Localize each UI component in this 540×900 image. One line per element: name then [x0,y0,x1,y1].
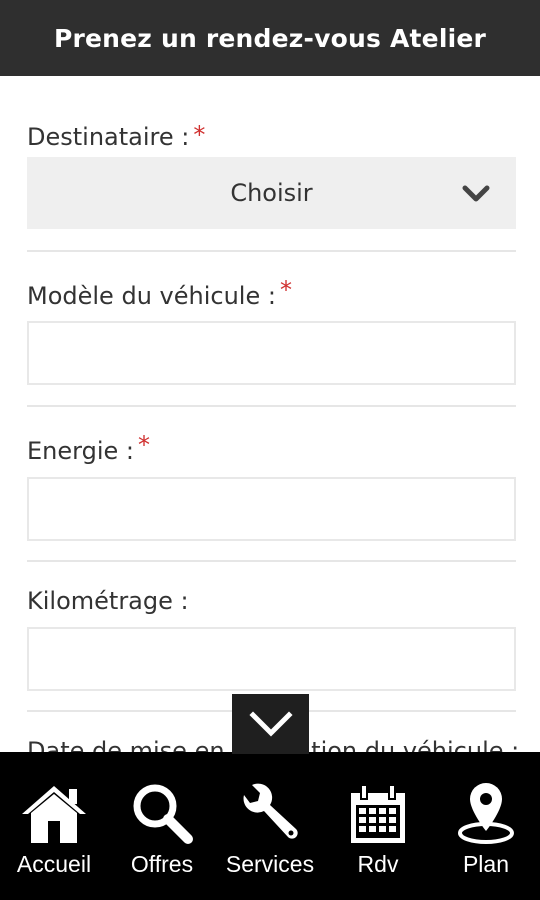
nav-item-offres[interactable]: Offres [108,752,216,900]
nav-label-offres: Offres [130,851,194,877]
required-marker: * [279,276,292,304]
page-title: Prenez un rendez-vous Atelier [53,23,487,53]
divider [27,560,516,562]
wrench-icon [235,779,305,845]
mileage-input[interactable] [27,627,516,691]
mileage-label-text: Kilométrage : [27,587,189,615]
recipient-select-value: Choisir [230,179,313,207]
map-pin-icon [451,779,521,845]
nav-item-plan[interactable]: Plan [432,752,540,900]
nav-label-rdv: Rdv [357,851,399,877]
mileage-label: Kilométrage : [27,587,189,615]
required-marker: * [193,121,206,149]
calendar-icon [343,779,413,845]
recipient-label: Destinataire : * [27,121,206,151]
vehicle-model-label-text: Modèle du véhicule : [27,282,276,310]
appointment-form: Destinataire : * Choisir Modèle du véhicu… [0,76,540,752]
header-bar: Prenez un rendez-vous Atelier [0,0,540,76]
recipient-label-text: Destinataire : [27,123,190,151]
search-icon [127,779,197,845]
nav-item-services[interactable]: Services [216,752,324,900]
chevron-down-icon [462,185,490,202]
energy-input[interactable] [27,477,516,541]
chevron-down-icon [248,711,293,737]
page: Prenez un rendez-vous Atelier Destinatai… [0,0,540,900]
divider [27,405,516,407]
required-marker: * [137,431,150,459]
vehicle-model-input[interactable] [27,321,516,385]
divider [27,250,516,252]
energy-label: Energie : * [27,431,150,465]
energy-label-text: Energie : [27,437,134,465]
nav-label-plan: Plan [462,851,510,877]
vehicle-model-label: Modèle du véhicule : * [27,276,292,310]
nav-item-rdv[interactable]: Rdv [324,752,432,900]
nav-label-services: Services [225,851,315,877]
scroll-down-button[interactable] [232,694,309,754]
home-icon [19,779,89,845]
nav-item-accueil[interactable]: Accueil [0,752,108,900]
bottom-nav: Accueil Offres Services Rdv Plan [0,752,540,900]
recipient-select[interactable]: Choisir [27,157,516,229]
nav-label-accueil: Accueil [16,851,92,877]
